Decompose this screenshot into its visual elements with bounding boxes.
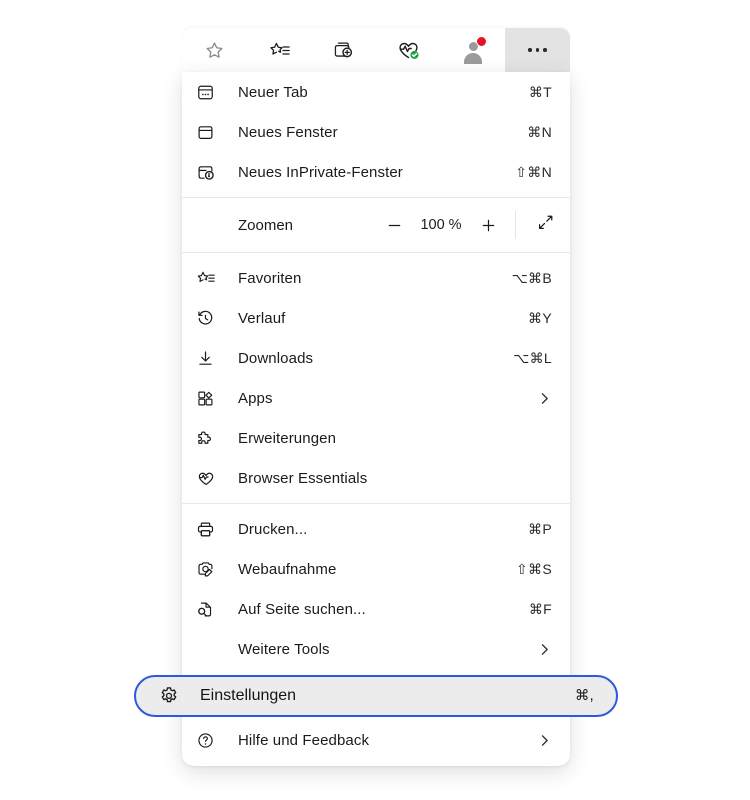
new-window-icon — [196, 123, 224, 142]
menu-item-label: Apps — [238, 389, 273, 407]
menu-item-shortcut: ⌥⌘L — [513, 349, 552, 366]
fullscreen-arrows-icon — [536, 213, 555, 237]
download-arrow-icon — [196, 349, 224, 368]
menu-separator — [182, 503, 570, 504]
settings-focus-wrapper: Einstellungen ⌘, — [134, 675, 618, 717]
menu-item-history[interactable]: Verlauf ⌘Y — [182, 298, 570, 338]
chevron-right-icon — [537, 733, 552, 748]
menu-item-label: Neuer Tab — [238, 83, 308, 101]
favorites-button[interactable] — [247, 28, 312, 72]
menu-item-label: Downloads — [238, 349, 314, 367]
menu-item-find-on-page[interactable]: Auf Seite suchen... ⌘F — [182, 589, 570, 629]
find-on-page-icon — [196, 600, 224, 619]
menu-item-label: Weitere Tools — [238, 640, 330, 658]
star-outline-icon — [204, 40, 225, 61]
menu-item-new-inprivate-window[interactable]: Neues InPrivate-Fenster ⇧⌘N — [182, 152, 570, 192]
inprivate-window-icon — [196, 163, 224, 182]
puzzle-piece-icon — [196, 429, 224, 448]
menu-separator — [182, 197, 570, 198]
browser-toolbar — [182, 28, 571, 72]
menu-item-shortcut: ⌘P — [528, 520, 552, 537]
menu-item-label: Webaufnahme — [238, 560, 337, 578]
menu-item-extensions[interactable]: Erweiterungen — [182, 418, 570, 458]
menu-item-label: Neues InPrivate-Fenster — [238, 163, 403, 181]
menu-item-favorites[interactable]: Favoriten ⌥⌘B — [182, 258, 570, 298]
menu-item-settings[interactable]: Einstellungen ⌘, — [134, 675, 618, 717]
menu-item-label: Drucken... — [238, 520, 308, 538]
zoom-level-value: 100 % — [420, 217, 462, 233]
menu-item-shortcut: ⌘N — [527, 123, 552, 140]
menu-item-print[interactable]: Drucken... ⌘P — [182, 509, 570, 549]
new-tab-icon — [196, 83, 224, 102]
menu-item-label: Einstellungen — [200, 687, 297, 704]
menu-item-shortcut: ⌘F — [528, 600, 552, 617]
menu-item-shortcut: ⇧⌘S — [516, 560, 552, 577]
profile-button[interactable] — [441, 28, 506, 72]
menu-item-browser-essentials[interactable]: Browser Essentials — [182, 458, 570, 498]
menu-item-shortcut: ⌘Y — [528, 309, 552, 326]
menu-item-label: Neues Fenster — [238, 123, 338, 141]
apps-grid-icon — [196, 389, 224, 408]
menu-item-new-window[interactable]: Neues Fenster ⌘N — [182, 112, 570, 152]
zoom-divider — [515, 211, 516, 239]
question-circle-icon — [196, 731, 224, 750]
menu-item-shortcut: ⇧⌘N — [515, 163, 552, 180]
menu-item-shortcut: ⌥⌘B — [511, 269, 552, 286]
favorites-star-list-icon — [196, 269, 224, 288]
browser-menu-screen: Neuer Tab ⌘T Neues Fenster ⌘N Neues InPr… — [0, 0, 750, 800]
collections-button[interactable] — [311, 28, 376, 72]
menu-separator — [182, 252, 570, 253]
menu-item-label: Browser Essentials — [238, 469, 368, 487]
history-clock-icon — [196, 309, 224, 328]
menu-item-new-tab[interactable]: Neuer Tab ⌘T — [182, 72, 570, 112]
menu-item-downloads[interactable]: Downloads ⌥⌘L — [182, 338, 570, 378]
favorites-star-list-icon — [268, 40, 291, 61]
menu-item-web-capture[interactable]: Webaufnahme ⇧⌘S — [182, 549, 570, 589]
settings-and-more-button[interactable] — [505, 28, 571, 72]
menu-item-label: Auf Seite suchen... — [238, 600, 366, 618]
heart-pulse-check-icon — [396, 39, 421, 62]
avatar — [460, 36, 488, 64]
ellipsis-icon — [528, 48, 547, 52]
menu-item-shortcut: ⌘T — [528, 83, 552, 100]
browser-essentials-button[interactable] — [376, 28, 441, 72]
menu-item-apps[interactable]: Apps — [182, 378, 570, 418]
menu-item-help-and-feedback[interactable]: Hilfe und Feedback — [182, 720, 570, 760]
fullscreen-button[interactable] — [520, 203, 570, 247]
menu-item-label: Favoriten — [238, 269, 302, 287]
printer-icon — [196, 520, 224, 539]
menu-item-label: Erweiterungen — [238, 429, 337, 447]
gear-icon — [158, 685, 186, 707]
chevron-right-icon — [537, 391, 552, 406]
menu-item-label: Hilfe und Feedback — [238, 731, 370, 749]
web-capture-icon — [196, 560, 224, 579]
collections-add-icon — [332, 39, 355, 61]
settings-and-more-menu: Neuer Tab ⌘T Neues Fenster ⌘N Neues InPr… — [134, 72, 618, 766]
zoom-out-button[interactable] — [375, 207, 413, 243]
zoom-in-button[interactable] — [469, 207, 507, 243]
zoom-row: Zoomen 100 % — [182, 203, 570, 247]
add-favorite-button[interactable] — [182, 28, 247, 72]
zoom-label: Zoomen — [238, 216, 294, 234]
menu-item-shortcut: ⌘, — [574, 688, 594, 704]
chevron-right-icon — [537, 642, 552, 657]
profile-alert-badge — [476, 36, 488, 47]
heart-pulse-icon — [196, 469, 224, 488]
menu-item-more-tools[interactable]: Weitere Tools — [182, 629, 570, 669]
menu-item-label: Verlauf — [238, 309, 286, 327]
